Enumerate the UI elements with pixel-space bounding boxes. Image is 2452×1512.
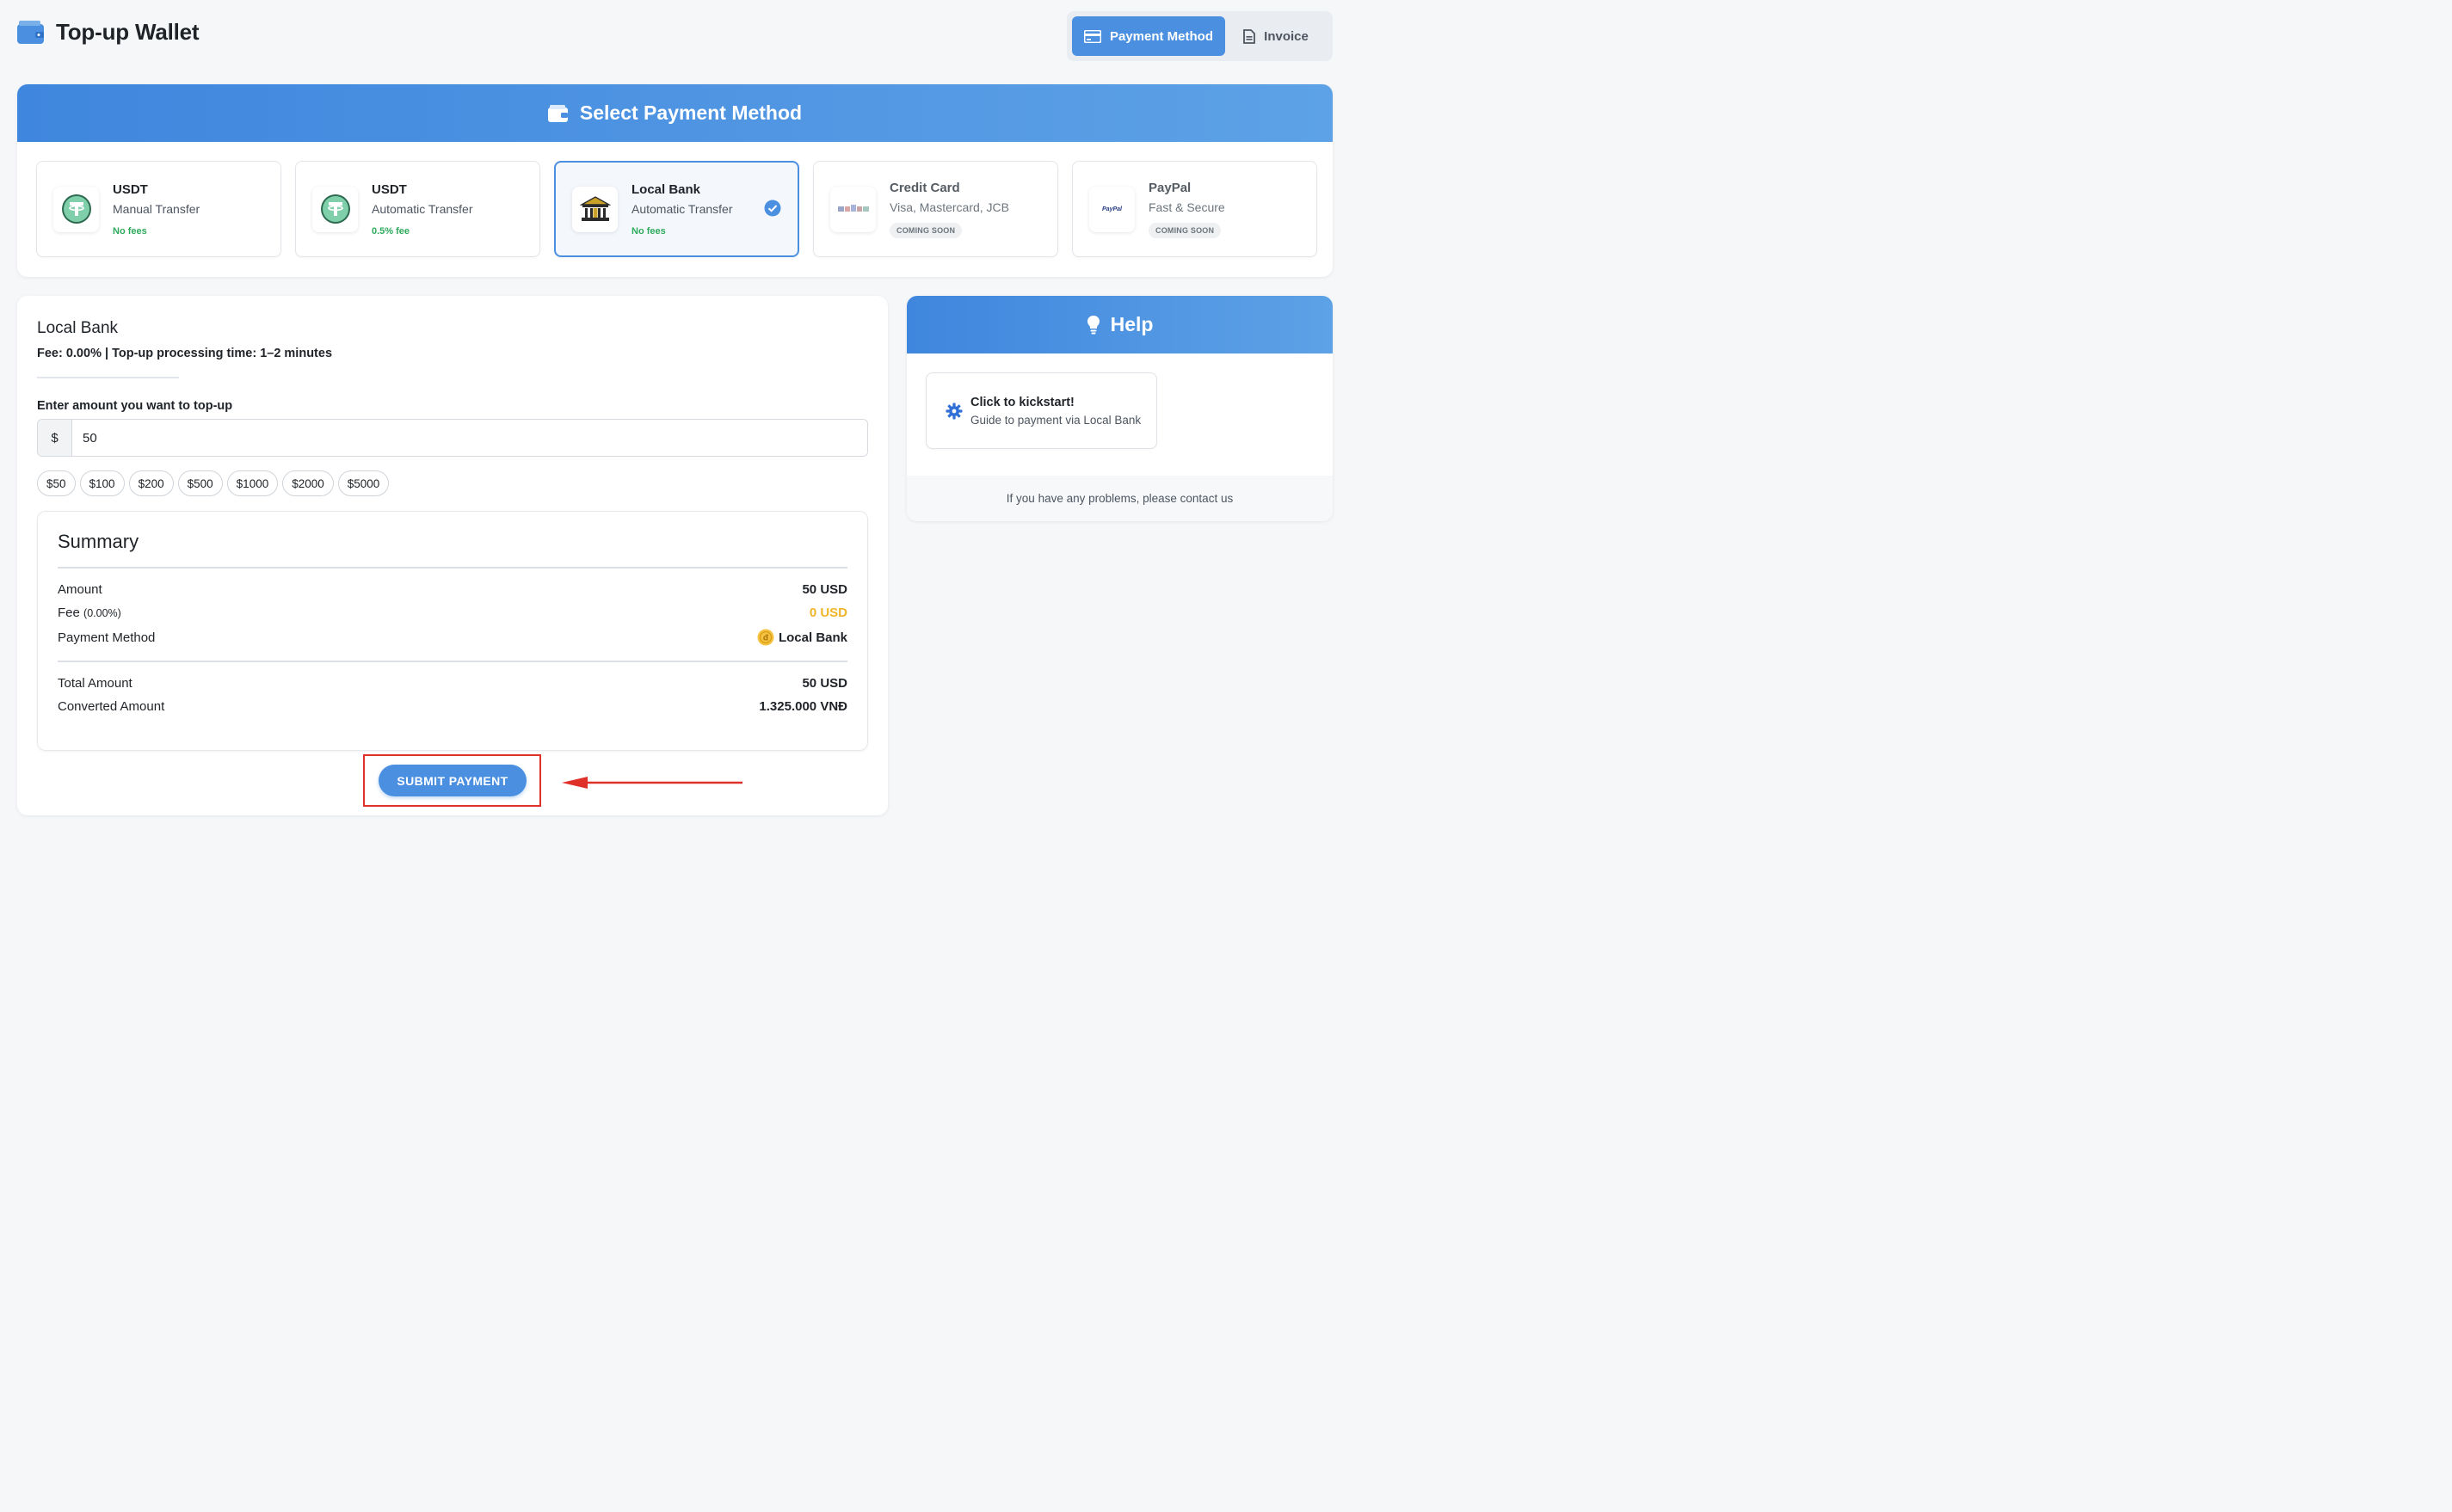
- submit-highlight-box: SUBMIT PAYMENT: [363, 754, 541, 807]
- select-payment-card: Select Payment Method USDT Manual Transf…: [17, 84, 1333, 277]
- page-title: Top-up Wallet: [56, 19, 200, 45]
- tab-invoice-label: Invoice: [1264, 28, 1309, 44]
- quick-amount-list: $50 $100 $200 $500 $1000 $2000 $5000: [37, 470, 390, 496]
- guide-title: Click to kickstart!: [970, 395, 1075, 409]
- coin-icon: đ: [757, 629, 774, 646]
- method-subtitle: Manual Transfer: [113, 201, 200, 216]
- select-payment-header: Select Payment Method: [17, 84, 1333, 142]
- card-brands-logo: [830, 186, 876, 232]
- amount-row-value: 50 USD: [802, 582, 847, 597]
- fee-label: Fee: [58, 605, 80, 620]
- gear-icon: [946, 403, 963, 419]
- amount-row-label: Amount: [58, 582, 102, 597]
- method-fee: 0.5% fee: [372, 225, 410, 237]
- wallet-icon: [547, 104, 568, 122]
- method-name: PayPal: [1149, 180, 1192, 195]
- converted-row-value: 1.325.000 VNĐ: [759, 699, 847, 714]
- quick-amount-500[interactable]: $500: [177, 470, 223, 496]
- method-subtitle: Fast & Secure: [1149, 200, 1225, 214]
- payment-method-list: USDT Manual Transfer No fees USDT Automa…: [36, 161, 1317, 257]
- method-name: Credit Card: [890, 180, 960, 195]
- help-header: Help: [907, 296, 1333, 353]
- fee-rate: (0.00%): [83, 607, 121, 619]
- form-title: Local Bank: [37, 319, 119, 337]
- quick-amount-5000[interactable]: $5000: [337, 470, 390, 496]
- method-usdt-automatic[interactable]: USDT Automatic Transfer 0.5% fee: [295, 161, 540, 257]
- method-subtitle: Automatic Transfer: [631, 201, 733, 216]
- summary-row-fee: Fee (0.00%) 0 USD: [58, 605, 847, 620]
- currency-symbol: $: [38, 420, 72, 456]
- wallet-icon: [17, 21, 44, 44]
- method-name: USDT: [372, 181, 407, 197]
- amount-label: Enter amount you want to top-up: [37, 399, 233, 413]
- summary-row-total: Total Amount 50 USD: [58, 676, 847, 691]
- method-subtitle: Visa, Mastercard, JCB: [890, 200, 1010, 214]
- help-card: Help Click to kickstart! Guide to paymen…: [907, 296, 1333, 521]
- total-row-value: 50 USD: [802, 676, 847, 691]
- converted-row-label: Converted Amount: [58, 699, 165, 714]
- tab-invoice[interactable]: Invoice: [1229, 16, 1323, 56]
- quick-amount-1000[interactable]: $1000: [226, 470, 279, 496]
- quick-amount-50[interactable]: $50: [37, 470, 76, 496]
- paypal-logo: PayPal: [1089, 186, 1135, 232]
- method-subtitle: Automatic Transfer: [372, 201, 473, 216]
- summary-row-amount: Amount 50 USD: [58, 582, 847, 597]
- paypal-logo-text: PayPal: [1102, 206, 1122, 212]
- lightbulb-icon: [1087, 315, 1100, 334]
- coming-soon-badge: COMING SOON: [890, 222, 963, 238]
- document-icon: [1243, 28, 1256, 44]
- fee-row-value: 0 USD: [809, 605, 847, 620]
- divider: [37, 377, 179, 378]
- help-contact-note: If you have any problems, please contact…: [907, 476, 1333, 521]
- coming-soon-badge: COMING SOON: [1149, 222, 1222, 238]
- check-circle-icon: [764, 200, 781, 217]
- quick-amount-2000[interactable]: $2000: [282, 470, 334, 496]
- summary-title: Summary: [58, 531, 139, 552]
- help-title: Help: [1110, 313, 1154, 335]
- method-name: USDT: [113, 181, 148, 197]
- method-fee: No fees: [113, 225, 147, 237]
- credit-card-icon: [1083, 29, 1101, 43]
- method-paypal[interactable]: PayPal PayPal Fast & Secure COMING SOON: [1072, 161, 1317, 257]
- method-usdt-manual[interactable]: USDT Manual Transfer No fees: [36, 161, 281, 257]
- svg-text:đ: đ: [763, 635, 769, 643]
- bank-building-logo: [572, 186, 618, 232]
- annotation-arrow-icon: [562, 777, 742, 789]
- select-payment-title: Select Payment Method: [579, 101, 803, 124]
- method-credit-card[interactable]: Credit Card Visa, Mastercard, JCB COMING…: [813, 161, 1058, 257]
- quick-amount-200[interactable]: $200: [128, 470, 174, 496]
- page-header: Top-up Wallet: [17, 19, 200, 46]
- amount-input-group: $: [37, 419, 868, 457]
- method-fee: No fees: [631, 225, 666, 237]
- amount-input[interactable]: [72, 420, 867, 456]
- view-toggle: Payment Method Invoice: [1067, 11, 1333, 61]
- payment-form-card: Local Bank Fee: 0.00% | Top-up processin…: [17, 296, 888, 815]
- fee-processing-info: Fee: 0.00% | Top-up processing time: 1–2…: [37, 347, 333, 360]
- method-row-value: đ Local Bank: [757, 629, 847, 646]
- summary-row-converted: Converted Amount 1.325.000 VNĐ: [58, 699, 847, 714]
- divider: [58, 567, 847, 569]
- tab-payment-method-label: Payment Method: [1109, 28, 1213, 44]
- guide-card[interactable]: Click to kickstart! Guide to payment via…: [926, 372, 1157, 449]
- guide-subtitle: Guide to payment via Local Bank: [970, 413, 1142, 427]
- tab-payment-method[interactable]: Payment Method: [1072, 16, 1225, 56]
- fee-row-label: Fee (0.00%): [58, 605, 121, 620]
- summary-row-method: Payment Method đ Local Bank: [58, 629, 847, 646]
- submit-payment-button[interactable]: SUBMIT PAYMENT: [379, 765, 527, 796]
- quick-amount-100[interactable]: $100: [79, 470, 125, 496]
- tether-logo: [312, 186, 358, 232]
- total-row-label: Total Amount: [58, 676, 132, 691]
- divider: [58, 661, 847, 662]
- method-row-label: Payment Method: [58, 630, 156, 645]
- summary-panel: Summary Amount 50 USD Fee (0.00%) 0 USD …: [37, 511, 868, 751]
- tether-logo: [53, 186, 99, 232]
- method-name: Local Bank: [631, 181, 701, 197]
- method-local-bank[interactable]: Local Bank Automatic Transfer No fees: [554, 161, 799, 257]
- method-row-text: Local Bank: [778, 630, 847, 645]
